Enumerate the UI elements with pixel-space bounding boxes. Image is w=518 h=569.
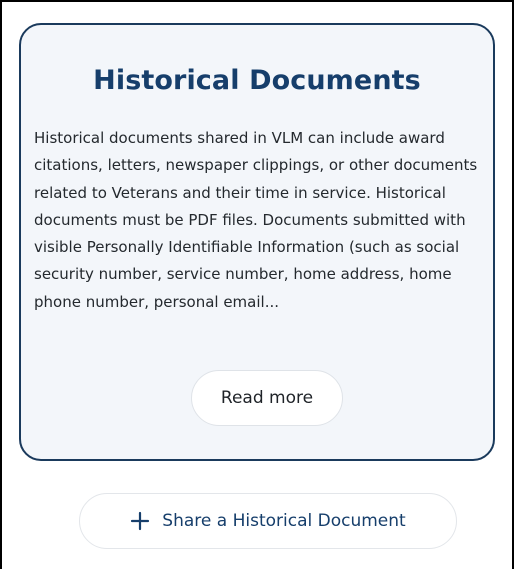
historical-documents-card: Historical Documents Historical document…	[19, 23, 495, 461]
read-more-button[interactable]: Read more	[191, 370, 343, 426]
share-historical-document-button[interactable]: Share a Historical Document	[79, 493, 457, 549]
share-button-label: Share a Historical Document	[162, 511, 406, 531]
plus-icon	[130, 511, 150, 531]
card-description: Historical documents shared in VLM can i…	[34, 129, 478, 311]
card-title: Historical Documents	[93, 65, 421, 96]
